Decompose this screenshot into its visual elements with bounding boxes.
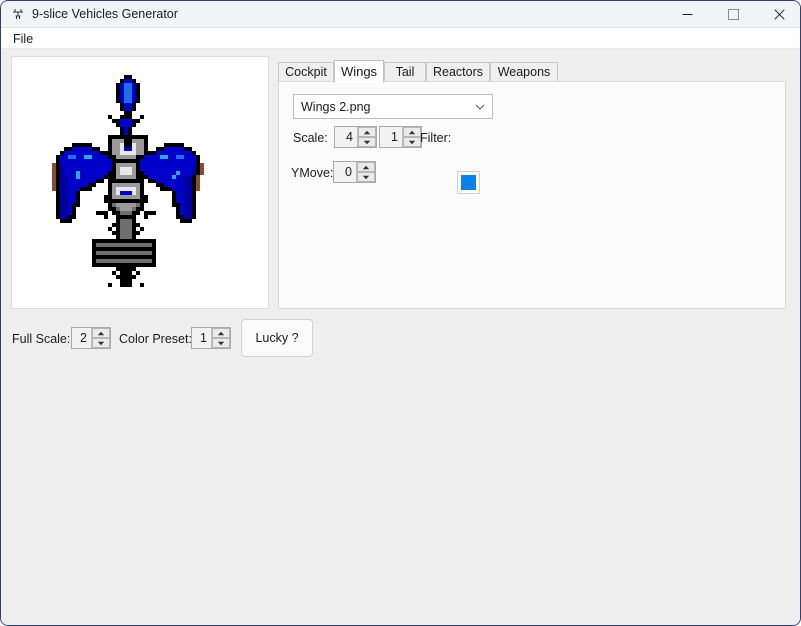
chevron-down-icon (475, 104, 485, 110)
color-preset-stepper[interactable]: 1 (191, 327, 231, 349)
color-preset-buttons (211, 328, 230, 348)
full-scale-stepper[interactable]: 2 (71, 327, 111, 349)
scale-y-value: 1 (380, 127, 402, 147)
app-icon (10, 7, 26, 23)
color-preset-value: 1 (192, 328, 211, 348)
filter-label: Filter: (420, 131, 452, 145)
client-area: Cockpit Wings Tail Reactors Weapons Wing… (1, 49, 800, 625)
minimize-button[interactable] (664, 1, 710, 27)
window-title: 9-slice Vehicles Generator (32, 7, 178, 21)
maximize-icon (727, 8, 739, 20)
minimize-icon (682, 13, 692, 15)
app-window: 9-slice Vehicles Generator File Cockpit … (0, 0, 801, 626)
sprite-container (12, 57, 268, 308)
caret-down-icon (217, 341, 225, 346)
ymove-label: YMove: (291, 166, 334, 180)
caret-up-icon (217, 331, 225, 336)
scale-y-decrement[interactable] (403, 137, 421, 147)
tab-strip: Cockpit Wings Tail Reactors Weapons (278, 60, 786, 83)
color-preset-label: Color Preset: (119, 332, 192, 346)
caret-down-icon (97, 341, 105, 346)
color-preset-increment[interactable] (212, 328, 230, 338)
vehicle-sprite (52, 75, 228, 287)
scale-x-increment[interactable] (358, 127, 376, 137)
title-bar: 9-slice Vehicles Generator (1, 1, 800, 28)
full-scale-label: Full Scale: (12, 332, 71, 346)
caret-up-icon (408, 130, 416, 135)
lucky-button[interactable]: Lucky ? (241, 319, 313, 357)
wings-asset-value: Wings 2.png (301, 100, 371, 114)
full-scale-decrement[interactable] (92, 338, 110, 348)
menu-item-file[interactable]: File (9, 30, 37, 48)
close-icon (773, 8, 785, 20)
caret-down-icon (408, 140, 416, 145)
filter-color-fill (461, 175, 476, 190)
caret-up-icon (362, 165, 370, 170)
full-scale-increment[interactable] (92, 328, 110, 338)
scale-label: Scale: (293, 131, 328, 145)
scale-y-buttons (402, 127, 421, 147)
tab-weapons[interactable]: Weapons (490, 62, 558, 82)
caret-down-icon (362, 175, 370, 180)
ymove-decrement[interactable] (357, 172, 375, 182)
scale-y-stepper[interactable]: 1 (379, 126, 422, 148)
caret-up-icon (97, 331, 105, 336)
tab-reactors[interactable]: Reactors (426, 62, 490, 82)
scale-x-value: 4 (335, 127, 357, 147)
tab-tail[interactable]: Tail (384, 62, 426, 82)
ymove-value: 0 (334, 162, 356, 182)
ymove-increment[interactable] (357, 162, 375, 172)
wings-asset-select[interactable]: Wings 2.png (293, 94, 493, 119)
ymove-buttons (356, 162, 375, 182)
tab-wings[interactable]: Wings (334, 60, 384, 83)
caret-up-icon (363, 130, 371, 135)
tab-control: Cockpit Wings Tail Reactors Weapons Wing… (278, 60, 786, 310)
scale-x-stepper[interactable]: 4 (334, 126, 377, 148)
color-preset-decrement[interactable] (212, 338, 230, 348)
tab-cockpit[interactable]: Cockpit (278, 62, 334, 82)
ymove-stepper[interactable]: 0 (333, 161, 376, 183)
full-scale-buttons (91, 328, 110, 348)
caret-down-icon (363, 140, 371, 145)
scale-y-increment[interactable] (403, 127, 421, 137)
close-button[interactable] (756, 1, 800, 27)
scale-x-decrement[interactable] (358, 137, 376, 147)
scale-x-buttons (357, 127, 376, 147)
tab-page-wings: Wings 2.png Scale: 4 1 Filter: (278, 81, 786, 309)
full-scale-value: 2 (72, 328, 91, 348)
menu-bar: File (1, 28, 800, 49)
preview-panel (11, 56, 269, 309)
maximize-button[interactable] (710, 1, 756, 27)
filter-color-swatch[interactable] (457, 171, 480, 194)
